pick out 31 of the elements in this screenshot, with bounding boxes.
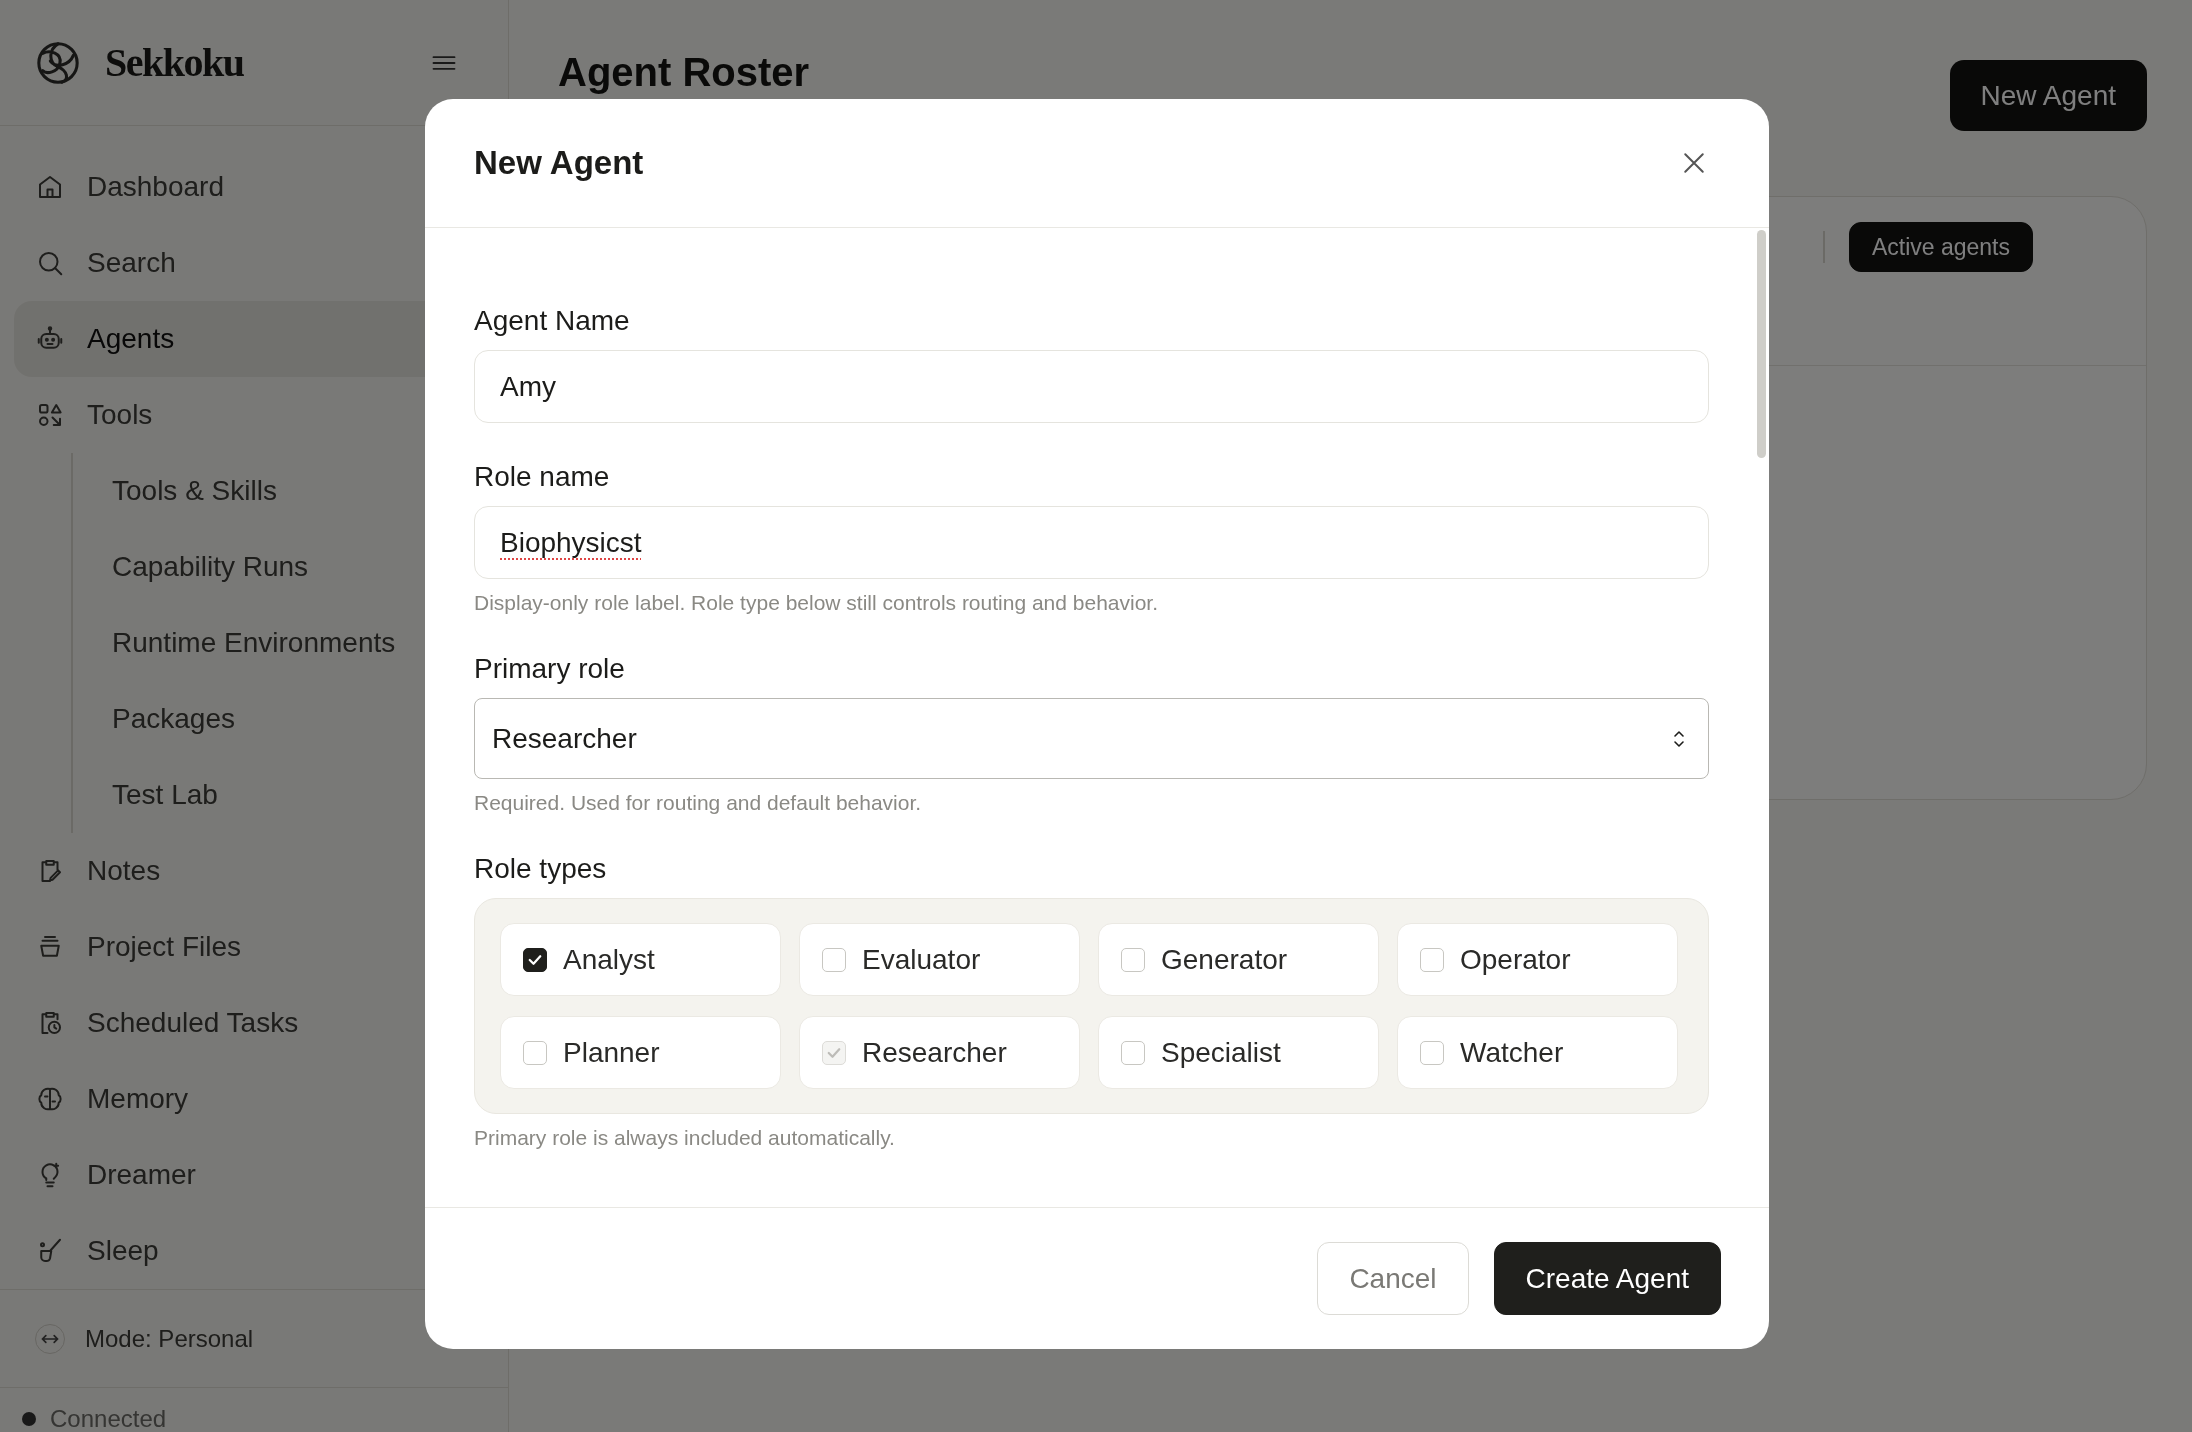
- checkbox-option[interactable]: Analyst: [500, 923, 781, 996]
- checkbox-option[interactable]: Evaluator: [799, 923, 1080, 996]
- help-text: Primary role is always included automatically.: [474, 1126, 896, 1150]
- field-label: Primary role: [474, 652, 626, 686]
- mode-label: Mode: Personal: [85, 1324, 254, 1353]
- status-dot: [22, 1411, 36, 1426]
- nav-item[interactable]: Sleep: [14, 1213, 508, 1289]
- dialog-title: New Agent: [474, 144, 644, 182]
- page-title: Agent Roster: [558, 50, 810, 95]
- nav-item[interactable]: Search: [14, 225, 508, 301]
- filter-chip[interactable]: Active agents: [1848, 222, 2033, 272]
- checkbox-option[interactable]: Specialist: [1098, 1016, 1379, 1089]
- scrollbar-thumb[interactable]: [1757, 230, 1766, 458]
- field-label: Role types: [474, 852, 608, 886]
- checkbox-option[interactable]: Operator: [1397, 923, 1678, 996]
- help-text: Display-only role label. Role type below still controls routing and behavior.: [474, 591, 1160, 615]
- new-agent-button[interactable]: New Agent: [1949, 60, 2147, 131]
- cancel-button[interactable]: Cancel: [1317, 1242, 1469, 1315]
- logo-icon: [35, 39, 81, 86]
- checkbox-option[interactable]: Generator: [1098, 923, 1379, 996]
- brand-name: Sekkoku: [105, 39, 244, 86]
- help-text: Required. Used for routing and default behavior.: [474, 791, 923, 815]
- checkbox-option[interactable]: Planner: [500, 1016, 781, 1089]
- text-field[interactable]: Biophysicst: [474, 506, 1709, 579]
- select-field[interactable]: Researcher: [474, 698, 1709, 779]
- text-field[interactable]: Amy: [474, 350, 1709, 423]
- create-agent-button[interactable]: Create Agent: [1493, 1242, 1721, 1315]
- checkbox[interactable]: [523, 947, 547, 972]
- checkbox-option[interactable]: Watcher: [1397, 1016, 1678, 1089]
- field-label: Role name: [474, 460, 611, 494]
- status-label: Connected: [50, 1404, 167, 1432]
